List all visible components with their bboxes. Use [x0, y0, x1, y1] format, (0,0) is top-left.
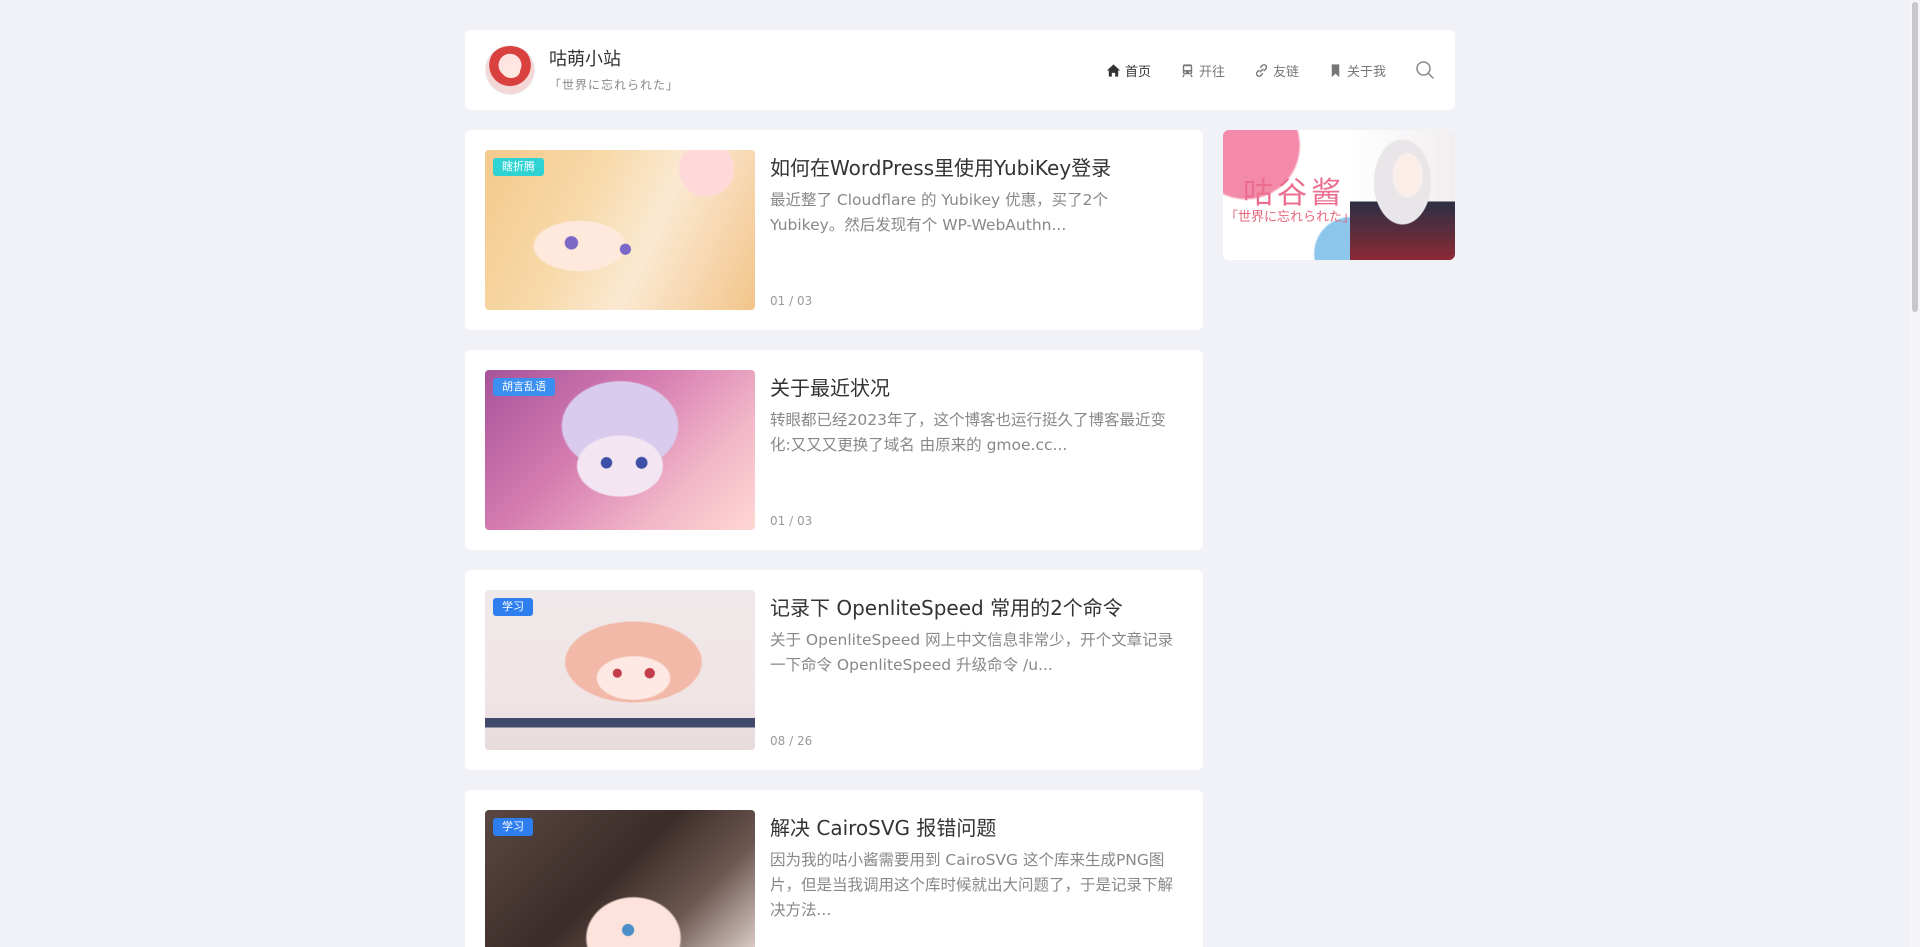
- post-card[interactable]: 学习 解决 CairoSVG 报错问题 因为我的咕小酱需要用到 CairoSVG…: [465, 790, 1203, 947]
- post-title[interactable]: 记录下 OpenliteSpeed 常用的2个命令: [770, 592, 1183, 621]
- site-tagline: 「世界に忘れられた」: [549, 77, 680, 92]
- post-title[interactable]: 如何在WordPress里使用YubiKey登录: [770, 152, 1183, 181]
- nav-item-home[interactable]: 首页: [1106, 61, 1151, 80]
- nav-item-about[interactable]: 关于我: [1328, 61, 1386, 80]
- post-excerpt: 关于 OpenliteSpeed 网上中文信息非常少，开个文章记录一下命令 Op…: [770, 631, 1174, 674]
- post-card[interactable]: 学习 记录下 OpenliteSpeed 常用的2个命令 关于 Openlite…: [465, 570, 1203, 770]
- bookmark-icon: [1331, 63, 1340, 77]
- post-title[interactable]: 解决 CairoSVG 报错问题: [770, 812, 1183, 841]
- sidebar-banner[interactable]: 咕谷酱 「世界に忘れられた」: [1223, 130, 1455, 260]
- train-icon: [1182, 63, 1193, 77]
- nav-item-links[interactable]: 友链: [1254, 61, 1299, 80]
- site-header: 咕萌小站 「世界に忘れられた」 首页 开往 友链 关于我: [465, 30, 1455, 110]
- brand: 咕萌小站 「世界に忘れられた」: [549, 48, 679, 93]
- nav-label-links: 友链: [1272, 64, 1299, 80]
- post-card[interactable]: 瞎折腾 如何在WordPress里使用YubiKey登录 最近整了 Cloudf…: [465, 130, 1203, 330]
- post-excerpt: 因为我的咕小酱需要用到 CairoSVG 这个库来生成PNG图片，但是当我调用这…: [770, 851, 1174, 919]
- category-tag[interactable]: 学习: [493, 818, 533, 836]
- nav-label-home: 首页: [1124, 64, 1151, 80]
- category-tag[interactable]: 胡言乱语: [493, 378, 555, 396]
- search-icon[interactable]: [1415, 60, 1435, 80]
- site-name[interactable]: 咕萌小站: [549, 48, 679, 72]
- page: 咕萌小站 「世界に忘れられた」 首页 开往 友链 关于我 瞎折腾 如何在Word…: [0, 0, 1920, 947]
- page-scrollbar[interactable]: [1910, 0, 1920, 947]
- nav-item-travel[interactable]: 开往: [1180, 61, 1225, 80]
- link-icon: [1255, 63, 1268, 77]
- category-tag[interactable]: 瞎折腾: [493, 158, 544, 176]
- banner-subtitle: 「世界に忘れられた」: [1225, 210, 1356, 225]
- post-thumbnail[interactable]: 学习: [485, 590, 755, 750]
- post-thumbnail[interactable]: 学习: [485, 810, 755, 947]
- site-avatar[interactable]: [485, 45, 535, 95]
- post-date: 08 / 26: [770, 734, 813, 748]
- post-date: 01 / 03: [770, 514, 813, 528]
- banner-character: [1350, 130, 1455, 260]
- post-date: 01 / 03: [770, 294, 813, 308]
- nav-label-travel: 开往: [1198, 64, 1225, 80]
- category-tag[interactable]: 学习: [493, 598, 533, 616]
- post-excerpt: 最近整了 Cloudflare 的 Yubikey 优惠，买了2个 Yubike…: [770, 191, 1108, 234]
- post-excerpt: 转眼都已经2023年了，这个博客也运行挺久了博客最近变化:又又又更换了域名 由原…: [770, 411, 1166, 454]
- post-card[interactable]: 胡言乱语 关于最近状况 转眼都已经2023年了，这个博客也运行挺久了博客最近变化…: [465, 350, 1203, 550]
- home-icon: [1106, 63, 1120, 77]
- post-thumbnail[interactable]: 胡言乱语: [485, 370, 755, 530]
- main-nav: 首页 开往 友链 关于我: [1106, 60, 1435, 80]
- post-title[interactable]: 关于最近状况: [770, 372, 1183, 401]
- scrollbar-thumb[interactable]: [1912, 2, 1918, 312]
- post-thumbnail[interactable]: 瞎折腾: [485, 150, 755, 310]
- nav-label-about: 关于我: [1346, 64, 1386, 80]
